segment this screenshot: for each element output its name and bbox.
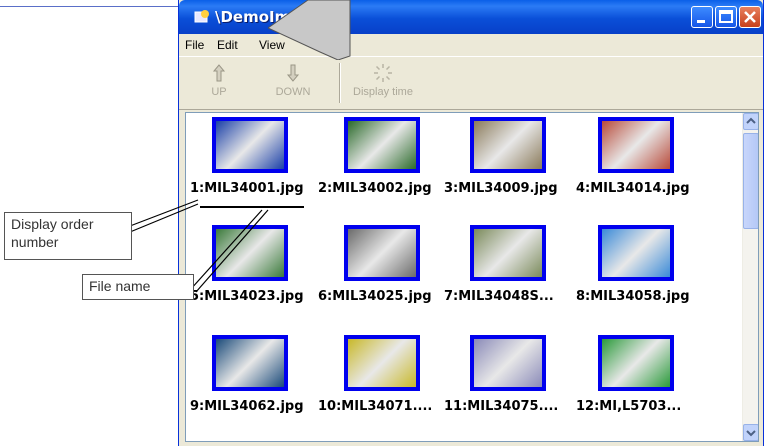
file-label[interactable]: 12:MI,L5703... [576,399,681,414]
thumbnail-image [348,339,416,387]
scroll-up-button[interactable] [743,113,758,130]
file-label[interactable]: 9:MIL34062.jpg [190,399,304,414]
file-label[interactable]: 11:MIL34075.... [444,399,558,414]
up-label: UP [211,86,227,98]
thumbnail-image [474,339,542,387]
down-label: DOWN [275,86,311,98]
up-button[interactable]: UP [189,63,249,107]
menu-file[interactable]: File [185,38,204,52]
close-button[interactable] [739,6,761,28]
thumbnail-image [216,121,284,169]
thumbnail[interactable] [344,225,420,281]
callout-rule [0,6,178,7]
vertical-scrollbar[interactable] [742,113,758,441]
chevron-down-icon [746,430,756,437]
file-label[interactable]: 3:MIL34009.jpg [444,181,558,196]
display-order-callout: Display order number [4,212,132,260]
thumbnail[interactable] [344,335,420,391]
maximize-icon [719,10,733,23]
thumbnail[interactable] [212,335,288,391]
thumbnail-image [348,121,416,169]
minimize-button[interactable] [691,6,713,28]
thumbnail[interactable] [598,225,674,281]
up-hand-icon [212,64,226,82]
file-name-label: File name [89,278,151,294]
title-bar[interactable]: \DemoImag [179,0,763,34]
thumbnail-image [216,229,284,277]
menu-edit[interactable]: Edit [217,38,238,52]
display-order-line2: number [11,234,59,250]
down-hand-icon [286,64,300,82]
maximize-button[interactable] [715,6,737,28]
down-button[interactable]: DOWN [263,63,323,107]
thumbnail-view[interactable]: 1:MIL34001.jpg 2:MIL34002.jpg 3:MIL34009.j… [185,112,759,442]
thumbnail[interactable] [344,117,420,173]
pointer-arrow-icon [268,0,351,60]
app-icon [194,10,209,23]
thumbnail-image [348,229,416,277]
file-label[interactable]: 10:MIL34071.... [318,399,432,414]
file-name-callout: File name [82,274,194,300]
chevron-up-icon [746,117,756,124]
thumbnail-image [602,229,670,277]
file-label[interactable]: 5:MIL34023.jpg [190,289,304,304]
thumbnail[interactable] [212,225,288,281]
file-label[interactable]: 7:MIL34048S... [444,289,554,304]
toolbar-separator [339,63,341,103]
thumbnail[interactable] [212,117,288,173]
close-icon [744,11,756,23]
display-time-button[interactable]: Display time [345,63,421,107]
thumbnail-image [474,121,542,169]
filename-underline [200,206,304,208]
thumbnail-image [602,339,670,387]
thumbnail[interactable] [598,335,674,391]
thumbnail[interactable] [598,117,674,173]
scroll-thumb[interactable] [743,133,758,229]
minimize-icon [697,20,705,23]
thumbnail-image [602,121,670,169]
display-time-label: Display time [353,86,413,98]
demoimage-window: \DemoImag File Edit View UP DOWN Display… [178,0,764,446]
file-label[interactable]: 8:MIL34058.jpg [576,289,690,304]
thumbnail[interactable] [470,335,546,391]
display-time-icon [374,64,392,82]
thumbnail-image [474,229,542,277]
file-label[interactable]: 2:MIL34002.jpg [318,181,432,196]
thumbnail-image [216,339,284,387]
thumbnail[interactable] [470,117,546,173]
file-label[interactable]: 1:MIL34001.jpg [190,181,304,196]
file-label[interactable]: 4:MIL34014.jpg [576,181,690,196]
menu-bar: File Edit View [179,34,763,56]
scroll-down-button[interactable] [743,424,758,441]
display-order-line1: Display order [11,216,94,232]
toolbar: UP DOWN Display time [179,56,763,110]
thumbnail[interactable] [470,225,546,281]
file-label[interactable]: 6:MIL34025.jpg [318,289,432,304]
